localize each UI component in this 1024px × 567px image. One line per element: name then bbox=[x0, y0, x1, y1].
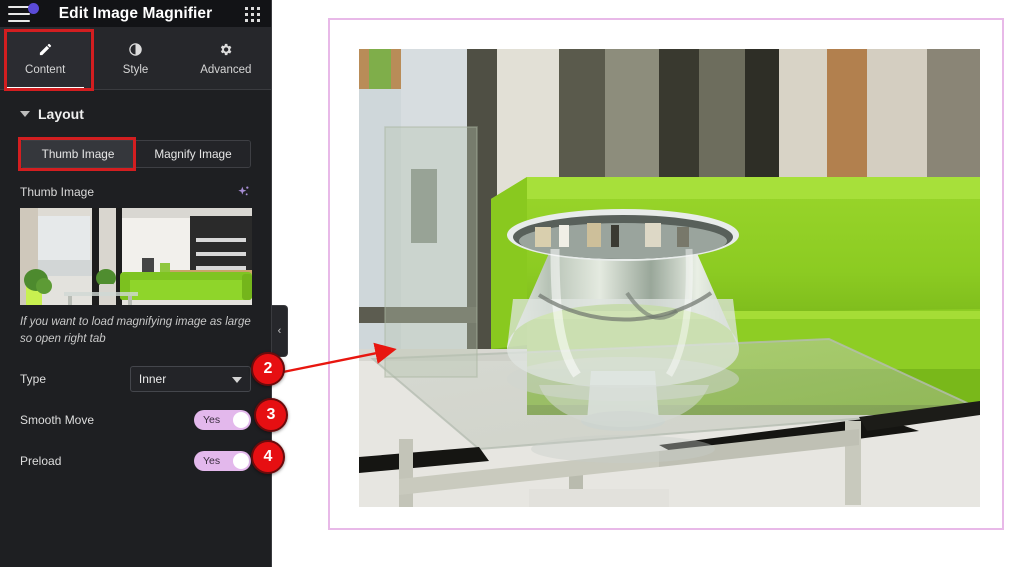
type-select[interactable]: Inner bbox=[129, 365, 251, 392]
magnified-image-artwork bbox=[359, 49, 980, 507]
thumb-image-preview[interactable] bbox=[20, 208, 252, 305]
tab-advanced-label: Advanced bbox=[200, 63, 252, 76]
image-source-segmented: Thumb Image Magnify Image bbox=[20, 140, 251, 168]
annotation-marker-3: 3 bbox=[254, 398, 288, 432]
sidebar-topbar: Edit Image Magnifier bbox=[0, 0, 271, 27]
tab-advanced[interactable]: Advanced bbox=[181, 27, 271, 89]
thumb-image-artwork bbox=[20, 208, 252, 305]
page-title: Edit Image Magnifier bbox=[58, 4, 213, 22]
layout-section: Layout Thumb Image Magnify Image Thumb I… bbox=[0, 90, 271, 472]
image-source-segmented-wrap: Thumb Image Magnify Image bbox=[18, 137, 251, 171]
toggle-knob bbox=[233, 452, 249, 469]
preload-toggle-value: Yes bbox=[203, 454, 221, 467]
pencil-icon bbox=[38, 41, 53, 58]
notification-dot-icon bbox=[28, 3, 39, 14]
annotation-marker-2: 2 bbox=[251, 352, 285, 386]
tab-style-label: Style bbox=[122, 63, 149, 76]
control-row-type: Type Inner bbox=[20, 365, 251, 392]
layout-section-header[interactable]: Layout bbox=[20, 106, 251, 122]
editor-tabs: Content Style Advanced bbox=[0, 27, 271, 91]
control-row-smooth-move: Smooth Move Yes bbox=[20, 409, 251, 431]
chevron-down-icon bbox=[232, 376, 242, 383]
gear-icon bbox=[218, 41, 233, 58]
thumb-image-field-header: Thumb Image bbox=[20, 184, 251, 200]
thumb-image-label: Thumb Image bbox=[20, 185, 95, 199]
app-root: Edit Image Magnifier Content Style Advan… bbox=[0, 0, 1024, 567]
chevron-down-icon bbox=[20, 111, 30, 117]
smooth-move-toggle-value: Yes bbox=[203, 413, 221, 426]
layout-section-title: Layout bbox=[38, 106, 84, 122]
smooth-move-toggle[interactable]: Yes bbox=[194, 409, 251, 430]
tab-content-label: Content bbox=[25, 63, 66, 76]
seg-thumb-image[interactable]: Thumb Image bbox=[21, 141, 135, 167]
ai-sparkle-icon[interactable] bbox=[235, 184, 251, 200]
type-label: Type bbox=[20, 371, 47, 386]
smooth-move-label: Smooth Move bbox=[20, 412, 95, 427]
type-select-value: Inner bbox=[138, 371, 167, 386]
chevron-left-icon: ‹ bbox=[277, 325, 282, 337]
tab-style[interactable]: Style bbox=[90, 27, 180, 89]
apps-grid-icon[interactable] bbox=[245, 7, 260, 22]
magnified-image[interactable] bbox=[359, 49, 980, 507]
panel-collapse-handle[interactable]: ‹ bbox=[272, 305, 288, 357]
contrast-icon bbox=[128, 41, 143, 58]
annotation-marker-4: 4 bbox=[251, 440, 285, 474]
control-row-preload: Preload Yes bbox=[20, 450, 251, 472]
thumb-image-hint: If you want to load magnifying image as … bbox=[20, 316, 251, 346]
preload-toggle[interactable]: Yes bbox=[194, 450, 251, 471]
seg-magnify-image[interactable]: Magnify Image bbox=[135, 141, 250, 167]
hamburger-icon[interactable] bbox=[8, 3, 39, 22]
editor-sidebar: Edit Image Magnifier Content Style Advan… bbox=[0, 0, 272, 567]
tab-content[interactable]: Content bbox=[0, 27, 91, 89]
preload-label: Preload bbox=[20, 453, 62, 468]
toggle-knob bbox=[233, 411, 249, 428]
magnifier-preview-frame bbox=[328, 18, 1004, 530]
